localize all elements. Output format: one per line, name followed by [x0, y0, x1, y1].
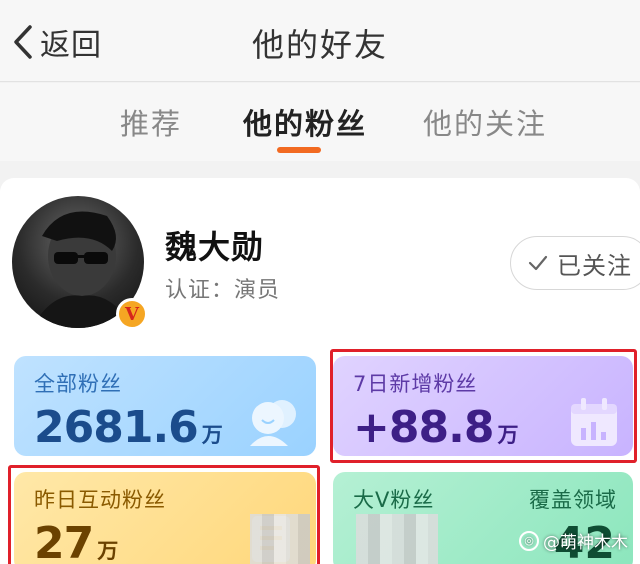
stat-all-fans[interactable]: 全部粉丝 2681.6 万	[14, 356, 316, 456]
watermark-icon: ◎	[519, 530, 539, 551]
calendar-chart-icon	[571, 398, 617, 446]
verified-badge-icon: V	[116, 298, 148, 330]
following-label: 已关注	[557, 251, 632, 280]
fans-icon	[250, 400, 296, 446]
profile-name: 魏大勋	[165, 228, 265, 266]
stat-value: 27 万	[34, 518, 118, 564]
active-tab-indicator	[277, 147, 321, 153]
stat-unit: 万	[497, 423, 519, 447]
check-icon	[528, 255, 548, 271]
verified-badge-letter: V	[125, 303, 139, 325]
stat-number: 27	[34, 518, 94, 564]
stat-label: 大V粉丝	[353, 488, 435, 512]
stat-value: +88.8 万	[353, 402, 518, 453]
mosaic-overlay	[250, 514, 310, 564]
stat-label-coverage: 覆盖领域	[529, 488, 617, 512]
verification-text: 认证：演员	[165, 278, 281, 303]
stat-label: 全部粉丝	[34, 372, 122, 396]
stat-number: 2681.6	[34, 402, 199, 453]
stat-value: 2681.6 万	[34, 402, 223, 453]
stat-label: 昨日互动粉丝	[34, 488, 166, 512]
page-title: 他的好友	[251, 26, 388, 64]
stat-unit: 万	[97, 539, 119, 563]
tab-his-fans[interactable]: 他的粉丝	[243, 101, 367, 143]
stat-number: +88.8	[353, 402, 494, 453]
tab-recommend[interactable]: 推荐	[120, 101, 182, 143]
watermark: ◎ @萌神木木	[519, 528, 628, 553]
stat-7day-new-fans[interactable]: 7日新增粉丝 +88.8 万	[333, 356, 633, 456]
watermark-text: @萌神木木	[543, 533, 628, 553]
stat-label: 7日新增粉丝	[353, 372, 478, 396]
top-bar: 返回 他的好友	[0, 0, 640, 82]
mosaic-overlay	[356, 514, 438, 564]
stat-unit: 万	[201, 423, 223, 447]
tab-his-following[interactable]: 他的关注	[423, 101, 547, 143]
following-button[interactable]: 已关注	[510, 236, 640, 290]
